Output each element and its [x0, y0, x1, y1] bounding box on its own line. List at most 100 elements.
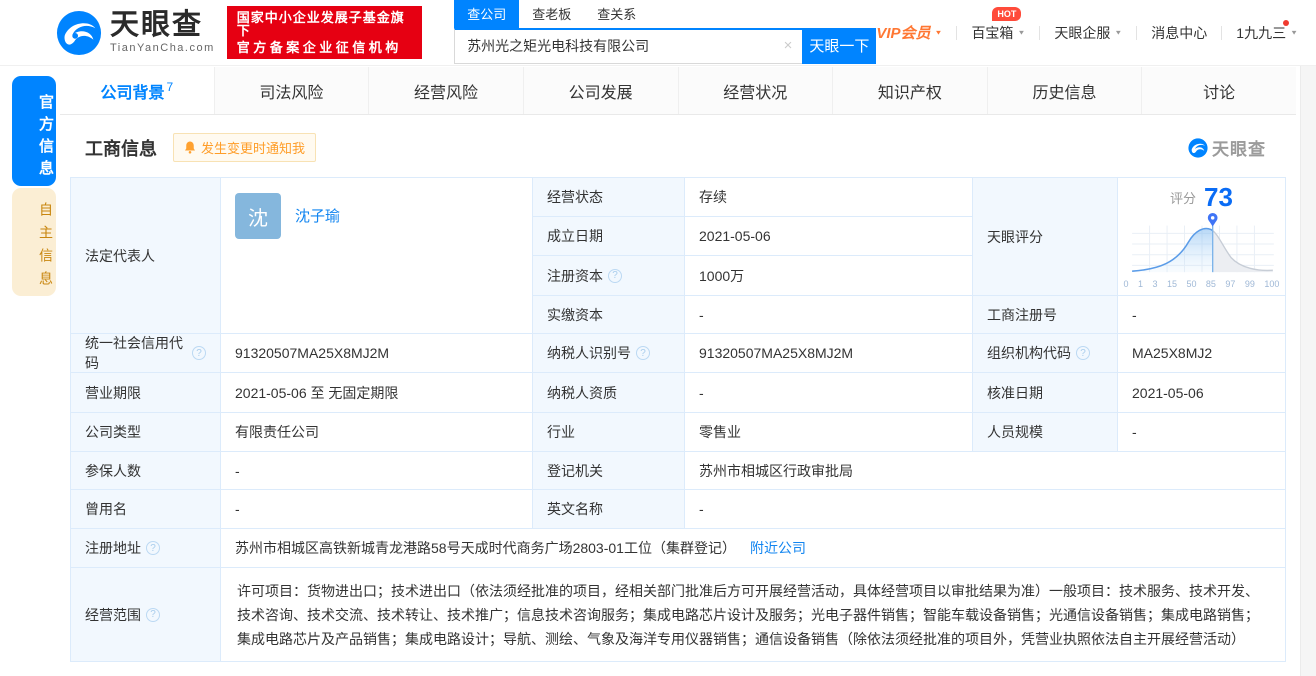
bell-icon	[184, 141, 196, 154]
score-axis-ticks: 01 315 5085 9799 100	[1124, 279, 1280, 289]
menu-message-center[interactable]: 消息中心	[1151, 23, 1207, 43]
header-menu: VIP会员 ▼ HOT 百宝箱 ▼ 天眼企服 ▼ 消息中心 1九九三 ▼	[876, 22, 1298, 43]
nearby-companies-link[interactable]: 附近公司	[750, 538, 806, 558]
help-icon[interactable]: ?	[636, 346, 650, 360]
menu-divider	[1221, 26, 1222, 40]
legal-rep-avatar[interactable]: 沈	[235, 193, 281, 239]
menu-enterprise-services[interactable]: 天眼企服 ▼	[1054, 23, 1122, 43]
field-value-status: 存续	[685, 178, 973, 217]
help-icon[interactable]: ?	[192, 346, 206, 360]
field-value-org-code: MA25X8MJ2	[1118, 334, 1286, 373]
field-value-legal-rep: 沈 沈子瑜	[221, 178, 533, 334]
notification-dot	[1283, 20, 1289, 26]
field-value-industry: 零售业	[685, 413, 973, 452]
field-label-staff-size: 人员规模	[973, 413, 1118, 452]
logo-subtitle: TianYanCha.com	[110, 43, 215, 54]
gov-badge-line2: 官方备案企业征信机构	[237, 41, 412, 54]
field-label-industry: 行业	[533, 413, 685, 452]
field-value-paid-capital: -	[685, 296, 973, 334]
side-tab-official-info[interactable]: 官方信息	[12, 76, 56, 186]
tab-company-development[interactable]: 公司发展	[523, 67, 678, 114]
chevron-down-icon: ▼	[935, 29, 943, 36]
field-label-legal-rep: 法定代表人	[71, 178, 221, 334]
company-detail-card: 公司背景 7 司法风险 经营风险 公司发展 经营状况 知识产权 历史信息 讨论 …	[60, 67, 1296, 662]
menu-user-account[interactable]: 1九九三 ▼	[1236, 23, 1298, 43]
score-caption: 评分	[1170, 188, 1196, 207]
field-label-credit-code: 统一社会信用代码 ?	[71, 334, 221, 373]
tianyancha-logo-icon	[56, 10, 102, 56]
field-value-reg-address: 苏州市相城区高铁新城青龙港路58号天成时代商务广场2803-01工位（集群登记）…	[221, 529, 1286, 568]
tianyan-score-panel: 评分 73	[1118, 178, 1286, 296]
field-label-org-code: 组织机构代码 ?	[973, 334, 1118, 373]
field-label-reg-authority: 登记机关	[533, 452, 685, 490]
menu-vip[interactable]: VIP会员 ▼	[876, 22, 942, 43]
page-scrollbar-track[interactable]	[1300, 66, 1316, 676]
field-value-credit-code: 91320507MA25X8MJ2M	[221, 334, 533, 373]
help-icon[interactable]: ?	[608, 269, 622, 283]
field-value-former-name: -	[221, 490, 533, 529]
field-label-insured-count: 参保人数	[71, 452, 221, 490]
search-tab-relation[interactable]: 查关系	[584, 0, 649, 28]
field-value-approval-date: 2021-05-06	[1118, 373, 1286, 413]
field-label-reg-number: 工商注册号	[973, 296, 1118, 334]
tab-discussion[interactable]: 讨论	[1141, 67, 1296, 114]
tab-operation-risk[interactable]: 经营风险	[368, 67, 523, 114]
clear-search-icon[interactable]: ×	[784, 37, 793, 54]
chevron-down-icon: ▼	[1290, 29, 1298, 36]
field-value-business-scope: 许可项目：货物进出口；技术进出口（依法须经批准的项目，经相关部门批准后方可开展经…	[221, 568, 1286, 662]
search-tab-boss[interactable]: 查老板	[519, 0, 584, 28]
menu-divider	[1039, 26, 1040, 40]
field-value-business-term: 2021-05-06 至 无固定期限	[221, 373, 533, 413]
gov-certification-badge: 国家中小企业发展子基金旗下 官方备案企业征信机构	[227, 6, 422, 59]
chevron-down-icon: ▼	[1114, 29, 1122, 36]
field-label-reg-address: 注册地址 ?	[71, 529, 221, 568]
field-value-company-type: 有限责任公司	[221, 413, 533, 452]
field-value-taxpayer-quali: -	[685, 373, 973, 413]
tab-judicial-risk[interactable]: 司法风险	[214, 67, 369, 114]
business-info-table: 法定代表人 沈 沈子瑜 经营状态 存续 成立日期 2021-05-06 注册资本…	[70, 177, 1286, 662]
company-nav-tabs: 公司背景 7 司法风险 经营风险 公司发展 经营状况 知识产权 历史信息 讨论	[60, 67, 1296, 115]
search-input[interactable]	[454, 28, 802, 64]
field-value-reg-authority: 苏州市相城区行政审批局	[685, 452, 1286, 490]
field-value-reg-number: -	[1118, 296, 1286, 334]
field-label-taxpayer-quali: 纳税人资质	[533, 373, 685, 413]
field-value-staff-size: -	[1118, 413, 1286, 452]
field-value-taxpayer-id: 91320507MA25X8MJ2M	[685, 334, 973, 373]
score-marker-pin	[1207, 213, 1217, 227]
business-info-header: 工商信息 发生变更时通知我 天眼查	[60, 115, 1296, 175]
tab-operation-status[interactable]: 经营状况	[678, 67, 833, 114]
tab-count-badge: 7	[166, 80, 173, 94]
section-title: 工商信息	[85, 135, 157, 161]
legal-rep-name-link[interactable]: 沈子瑜	[295, 205, 340, 226]
field-label-status: 经营状态	[533, 178, 685, 217]
help-icon[interactable]: ?	[1076, 346, 1090, 360]
help-icon[interactable]: ?	[146, 541, 160, 555]
tianyancha-logo[interactable]: 天眼查 TianYanCha.com	[56, 10, 215, 56]
field-label-taxpayer-id: 纳税人识别号 ?	[533, 334, 685, 373]
tab-history-info[interactable]: 历史信息	[987, 67, 1142, 114]
field-label-est-date: 成立日期	[533, 217, 685, 256]
notify-on-change-button[interactable]: 发生变更时通知我	[173, 133, 316, 162]
field-label-tianyan-score: 天眼评分	[973, 178, 1118, 296]
search-button[interactable]: 天眼一下	[802, 28, 876, 64]
score-value: 73	[1204, 184, 1233, 210]
gov-badge-line1: 国家中小企业发展子基金旗下	[237, 11, 412, 37]
field-value-reg-capital: 1000万	[685, 256, 973, 296]
field-value-english-name: -	[685, 490, 1286, 529]
field-label-reg-capital: 注册资本 ?	[533, 256, 685, 296]
search-tab-company[interactable]: 查公司	[454, 0, 519, 28]
menu-toolbox[interactable]: HOT 百宝箱 ▼	[971, 23, 1025, 43]
field-label-company-type: 公司类型	[71, 413, 221, 452]
field-value-insured-count: -	[221, 452, 533, 490]
field-label-business-scope: 经营范围 ?	[71, 568, 221, 662]
field-value-est-date: 2021-05-06	[685, 217, 973, 256]
field-label-former-name: 曾用名	[71, 490, 221, 529]
tab-company-background[interactable]: 公司背景 7	[60, 67, 214, 114]
logo-title: 天眼查	[110, 11, 215, 40]
tab-intellectual-property[interactable]: 知识产权	[832, 67, 987, 114]
tianyancha-watermark: 天眼查	[1188, 135, 1266, 160]
side-tab-self-info[interactable]: 自主信息	[12, 188, 56, 296]
help-icon[interactable]: ?	[146, 608, 160, 622]
field-label-paid-capital: 实缴资本	[533, 296, 685, 334]
field-label-approval-date: 核准日期	[973, 373, 1118, 413]
